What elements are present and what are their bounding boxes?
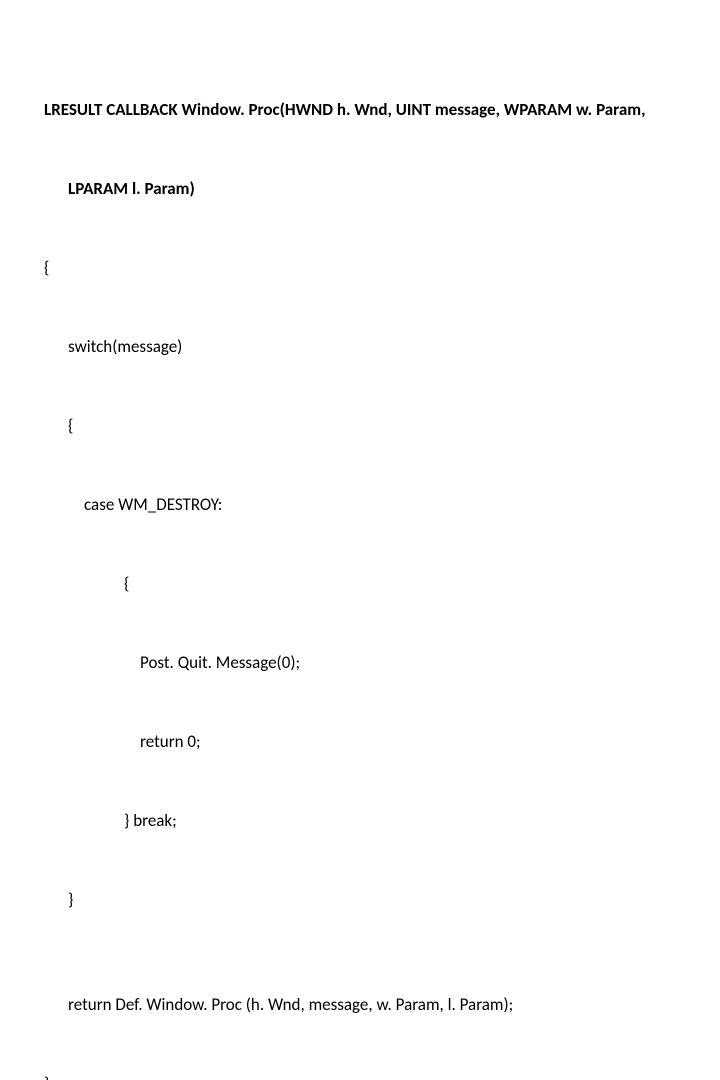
code-line-switch: switch(message)	[44, 334, 700, 360]
code-block: LRESULT CALLBACK Window. Proc(HWND h. Wn…	[44, 44, 700, 1080]
code-line-close-brace-2: }	[44, 887, 700, 913]
code-line-case: case WM_DESTROY:	[44, 492, 700, 518]
code-line-return-0: return 0;	[44, 729, 700, 755]
slide: LRESULT CALLBACK Window. Proc(HWND h. Wn…	[0, 0, 720, 540]
code-line-close-brace-1: }	[44, 1071, 700, 1080]
code-line-return-def: return Def. Window. Proc (h. Wnd, messag…	[44, 992, 700, 1018]
code-line-signature-1: LRESULT CALLBACK Window. Proc(HWND h. Wn…	[44, 97, 700, 123]
code-line-close-brace-3: } break;	[44, 808, 700, 834]
code-line-signature-2: LPARAM l. Param)	[44, 176, 700, 202]
code-line-open-brace-3: {	[44, 571, 700, 597]
code-line-open-brace-2: {	[44, 413, 700, 439]
code-line-open-brace-1: {	[44, 255, 700, 281]
code-line-postquit: Post. Quit. Message(0);	[44, 650, 700, 676]
